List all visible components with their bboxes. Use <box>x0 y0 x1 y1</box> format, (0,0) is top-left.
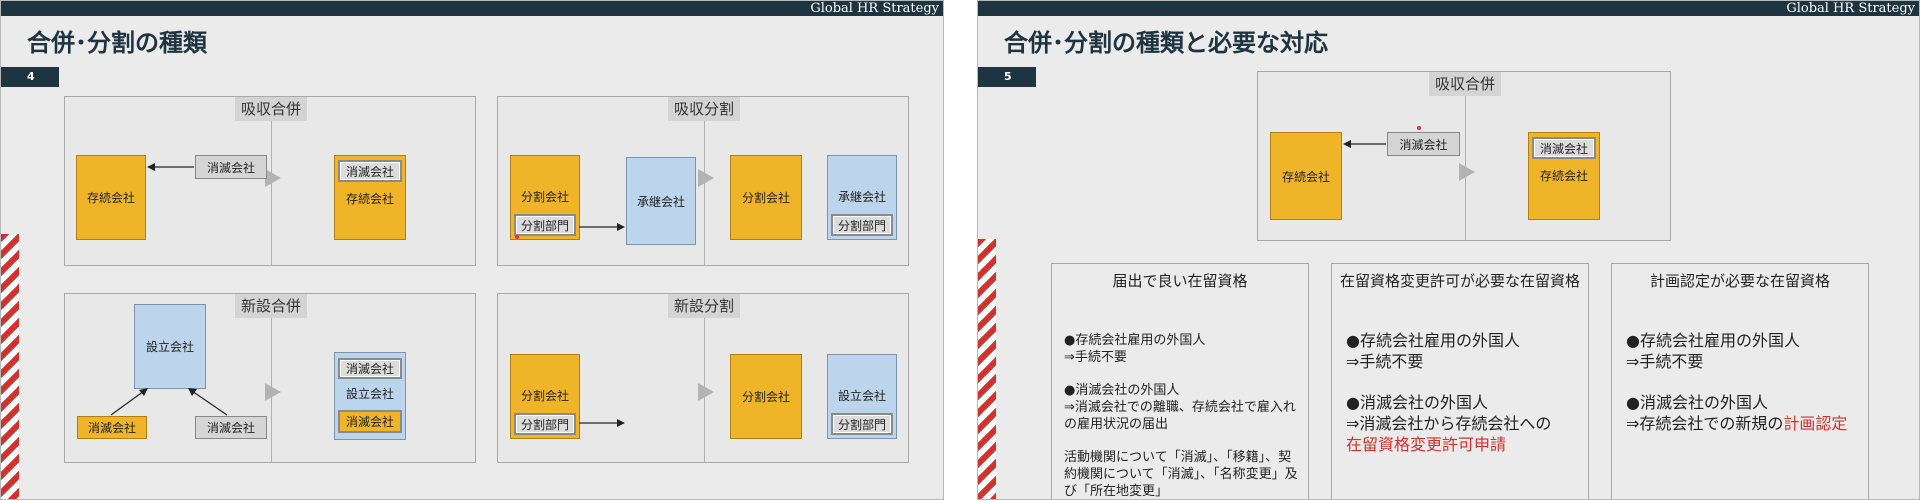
split-department-inner: 分割部門 <box>831 214 893 236</box>
merged-company-box: 消滅会社 存続会社 <box>1528 132 1600 220</box>
decorative-stripe <box>1 234 19 499</box>
item-existing-employees: ●存続会社雇用の外国人 ⇒手続不要 <box>1626 331 1800 371</box>
transition-arrow-icon <box>265 169 281 187</box>
required-action-highlight: 在留資格変更許可申請 <box>1346 435 1507 454</box>
transition-arrow-icon <box>1459 163 1475 181</box>
surviving-company-box: 存続会社 <box>76 155 146 240</box>
absorbed-company-inner: 消滅会社 <box>1532 137 1596 159</box>
column-body: ●存続会社雇用の外国人 ⇒手続不要 ●消滅会社の外国人 ⇒消滅会社での離職、存続… <box>1064 332 1298 499</box>
column-body: ●存続会社雇用の外国人 ⇒手続不要 ●消滅会社の外国人 ⇒存続会社での新規の計画… <box>1626 330 1858 450</box>
page-number: 4 <box>1 67 59 87</box>
merged-company-box: 消滅会社 存続会社 <box>334 155 406 240</box>
absorbed-company-inner: 消滅会社 <box>338 160 402 182</box>
item-dissolved-employees: ●消滅会社の外国人 ⇒存続会社での新規の計画認定 <box>1626 392 1858 434</box>
top-bar: Global HR Strategy <box>1 1 943 16</box>
item-dissolved-employees: ●消滅会社の外国人 ⇒消滅会社での離職、存続会社で雇入れの雇用状況の届出 <box>1064 383 1296 432</box>
decorative-stripe <box>978 239 996 499</box>
after-splitting-company-box: 分割会社 <box>730 155 802 240</box>
split-department-inner: 分割部門 <box>514 413 576 435</box>
splitting-company-box: 分割会社 分割部門 <box>510 354 580 439</box>
column-plan-certification-status: 計画認定が必要な在留資格 ●存続会社雇用の外国人 ⇒手続不要 ●消滅会社の外国人… <box>1611 263 1869 499</box>
slide-title: 合併･分割の種類 <box>27 29 207 57</box>
transition-arrow-icon <box>265 383 281 401</box>
page-number: 5 <box>978 67 1036 87</box>
split-department-inner: 分割部門 <box>514 214 576 236</box>
dissolved-company-box-a: 消滅会社 <box>77 416 147 439</box>
top-bar: Global HR Strategy <box>978 1 1919 16</box>
item-text: ●消滅会社の外国人 ⇒存続会社での新規の <box>1626 393 1784 433</box>
panel-absorption-merger: 吸収合併 存続会社 消滅会社 消滅会社 存続会社 <box>1257 71 1671 241</box>
after-established-company-box: 設立会社 分割部門 <box>827 354 897 439</box>
item-text: ●消滅会社の外国人 ⇒消滅会社から存続会社への <box>1346 393 1552 433</box>
after-established-company-box: 消滅会社 設立会社 消滅会社 <box>334 352 406 440</box>
transition-arrow-icon <box>698 383 714 401</box>
item-activity-note: 活動機関について「消滅」、「移籍」、契約機関について「消滅」、「名称変更」及び「… <box>1064 450 1298 499</box>
after-splitting-company-box: 分割会社 <box>730 354 802 439</box>
item-existing-employees: ●存続会社雇用の外国人 ⇒手続不要 <box>1346 331 1520 371</box>
successor-company-box: 承継会社 <box>626 157 696 245</box>
brand-logo: Global HR Strategy <box>810 1 939 16</box>
after-successor-company-box: 承継会社 分割部門 <box>827 155 897 240</box>
slide-title: 合併･分割の種類と必要な対応 <box>1004 29 1328 57</box>
established-company-box: 設立会社 <box>134 304 206 389</box>
panel-title: 吸収分割 <box>667 97 741 121</box>
required-action-highlight: 計画認定 <box>1783 414 1848 433</box>
established-label: 設立会社 <box>837 388 886 403</box>
splitting-company-box: 分割会社 分割部門 <box>510 155 580 240</box>
transition-arrow-icon <box>698 169 714 187</box>
brand-logo: Global HR Strategy <box>1786 1 1915 16</box>
panel-new-merger: 新設合併 設立会社 消滅会社 消滅会社 消滅会社 設立会社 消滅会社 <box>64 293 476 463</box>
panel-title: 新設分割 <box>667 294 741 318</box>
panel-new-split: 新設分割 分割会社 分割部門 分割会社 設立会社 分割部門 <box>497 293 909 463</box>
dissolved-company-box: 消滅会社 <box>195 155 267 179</box>
column-body: ●存続会社雇用の外国人 ⇒手続不要 ●消滅会社の外国人 ⇒消滅会社から存続会社へ… <box>1346 330 1578 471</box>
item-existing-employees: ●存続会社雇用の外国人 ⇒手続不要 <box>1064 333 1206 365</box>
column-title: 届出で良い在留資格 <box>1112 272 1248 290</box>
survivor-label: 存続会社 <box>1539 168 1588 183</box>
dissolved-company-box: 消滅会社 <box>1387 132 1460 156</box>
divider <box>271 121 272 265</box>
marker-dot <box>1417 126 1421 130</box>
panel-title: 吸収合併 <box>234 97 308 121</box>
splitting-company-label: 分割会社 <box>520 388 569 403</box>
splitting-company-label: 分割会社 <box>520 189 569 204</box>
dissolved-inner-bottom: 消滅会社 <box>338 410 402 433</box>
panel-absorption-split: 吸収分割 分割会社 分割部門 承継会社 分割会社 承継会社 分割部門 <box>497 96 909 266</box>
split-department-inner: 分割部門 <box>831 413 893 435</box>
dissolved-company-box-b: 消滅会社 <box>195 416 267 439</box>
column-change-permission-status: 在留資格変更許可が必要な在留資格 ●存続会社雇用の外国人 ⇒手続不要 ●消滅会社… <box>1331 263 1589 499</box>
panel-absorption-merger: 吸収合併 存続会社 消滅会社 消滅会社 存続会社 <box>64 96 476 266</box>
slide-merger-types: Global HR Strategy 合併･分割の種類 4 吸収合併 存続会社 … <box>0 0 944 500</box>
item-dissolved-employees: ●消滅会社の外国人 ⇒消滅会社から存続会社への在留資格変更許可申請 <box>1346 392 1578 455</box>
panel-title: 新設合併 <box>234 294 308 318</box>
survivor-label: 存続会社 <box>345 191 394 206</box>
marker-dot <box>515 235 519 239</box>
column-title: 在留資格変更許可が必要な在留資格 <box>1339 272 1580 290</box>
panel-title: 吸収合併 <box>1428 72 1502 96</box>
successor-label: 承継会社 <box>837 189 886 204</box>
dissolved-inner-top: 消滅会社 <box>338 358 402 379</box>
slide-merger-required-actions: Global HR Strategy 合併･分割の種類と必要な対応 5 吸収合併… <box>977 0 1920 500</box>
column-title: 計画認定が必要な在留資格 <box>1649 272 1830 290</box>
divider <box>704 121 705 265</box>
column-notification-status: 届出で良い在留資格 ●存続会社雇用の外国人 ⇒手続不要 ●消滅会社の外国人 ⇒消… <box>1051 263 1309 499</box>
established-label: 設立会社 <box>345 386 394 401</box>
surviving-company-box: 存続会社 <box>1270 132 1342 220</box>
